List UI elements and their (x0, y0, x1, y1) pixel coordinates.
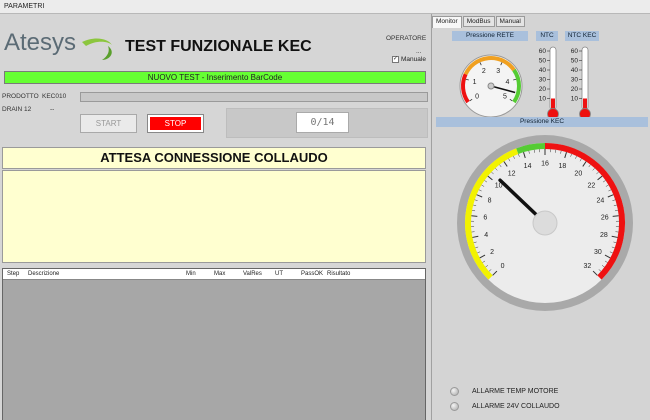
status-bar: NUOVO TEST - Inserimento BarCode (4, 71, 426, 84)
gauge-tick-label: 30 (594, 249, 602, 256)
alarm-24v-label: ALLARME 24V COLLAUDO (472, 403, 560, 410)
small-gauge-tick-label: 3 (496, 68, 500, 75)
alarm-24v-lamp-icon (450, 402, 459, 411)
operator-value: ... (416, 48, 422, 55)
ntc-kec-thermometer-group: 60 50 40 30 20 10 (571, 46, 591, 120)
drain-label: DRAIN 12 (2, 106, 32, 113)
ntc-kec-thermometer: 60 50 40 30 20 10 (571, 46, 591, 120)
ntc-kec-tick-label: 10 (571, 96, 579, 103)
ntc-kec-header: NTC KEC (565, 31, 599, 41)
counter-panel: 0/14 (226, 108, 428, 138)
big-gauge-group: 02468101214 16 1820222426283032 (457, 135, 633, 311)
gauge-tick-label: 14 (524, 163, 532, 170)
gauge-tick-label: 28 (600, 232, 608, 239)
gauge-tick-label: 8 (488, 198, 492, 205)
stop-button[interactable]: STOP (147, 114, 204, 133)
col-step: Step (7, 271, 20, 277)
gauge-tick-label: 12 (508, 171, 516, 178)
gauge-hub (532, 210, 558, 236)
alarm-temp-lamp-icon (450, 387, 459, 396)
col-passok: PassOK (301, 271, 324, 277)
small-gauge-group: 0 12 34 5 (459, 54, 523, 118)
gauge-tick-label: 18 (559, 163, 567, 170)
ntc-kec-tick-label: 60 (571, 48, 579, 55)
ntc-tick-label: 60 (539, 48, 547, 55)
ntc-kec-tick-label: 20 (571, 86, 579, 93)
product-value: KEC010 (42, 93, 67, 100)
tab-monitor[interactable]: Monitor (432, 16, 462, 28)
manual-label: Manuale (401, 56, 426, 63)
operator-label: OPERATORE (386, 35, 427, 42)
manual-checkbox-group[interactable]: ✓ Manuale (392, 56, 426, 63)
pressione-kec-header: Pressione KEC (436, 117, 648, 127)
gauge-tick (471, 215, 478, 217)
tab-bar: Monitor ModBus Manual (432, 16, 526, 28)
small-gauge-tick-label: 1 (473, 79, 477, 86)
small-gauge-hub (487, 82, 495, 90)
ntc-tick-label: 20 (539, 86, 547, 93)
menu-bar: PARAMETRI (0, 0, 650, 14)
gauge-tick-label: 2 (490, 249, 494, 256)
ntc-header: NTC (536, 31, 558, 41)
left-panel: Atesys TEST FUNZIONALE KEC OPERATORE ...… (0, 14, 430, 420)
col-ut: UT (275, 271, 283, 277)
start-button[interactable]: START (80, 114, 137, 133)
pressione-rete-header: Pressione RETE (452, 31, 528, 41)
test-progress-bar (80, 92, 428, 102)
ntc-kec-tick-label: 50 (571, 58, 579, 65)
ntc-kec-tick-label: 30 (571, 77, 579, 84)
col-max: Max (214, 271, 226, 277)
small-gauge-tick-label: 2 (482, 68, 486, 75)
small-gauge-tick-label: 0 (475, 93, 479, 100)
small-gauge-tick-label: 5 (503, 93, 507, 100)
manual-checkbox[interactable]: ✓ (392, 56, 399, 63)
pressione-kec-gauge: 02468101214 16 1820222426283032 (457, 135, 633, 311)
col-min: Min (186, 271, 196, 277)
ntc-tick-label: 50 (539, 58, 547, 65)
gauge-tick-label: 4 (484, 232, 488, 239)
alarm-temp-label: ALLARME TEMP MOTORE (472, 388, 559, 395)
message-box (2, 170, 426, 263)
gauge-tick (612, 215, 619, 217)
gauge-tick-label: 32 (584, 263, 592, 270)
col-risultato: Risultato (327, 271, 351, 277)
gauge-tick-label: 16 (541, 161, 549, 168)
gauge-tick-label: 24 (597, 198, 605, 205)
pressione-rete-gauge: 0 12 34 5 (459, 54, 523, 118)
product-label: PRODOTTO (2, 93, 39, 100)
logo-text: Atesys (4, 29, 77, 56)
table-header: Step Descrizione Min Max ValRes UT PassO… (3, 269, 425, 280)
gauge-tick-label: 0 (501, 263, 505, 270)
gauge-tick-label: 22 (587, 182, 595, 189)
message-title: ATTESA CONNESSIONE COLLAUDO (2, 147, 426, 169)
gauge-tick-label: 20 (574, 171, 582, 178)
ntc-thermometer-group: 60 50 40 30 20 10 (539, 46, 559, 120)
ntc-kec-tick-label: 40 (571, 67, 579, 74)
results-table[interactable]: Step Descrizione Min Max ValRes UT PassO… (2, 268, 426, 420)
ntc-thermometer: 60 50 40 30 20 10 (539, 46, 559, 120)
ntc-tick-label: 40 (539, 67, 547, 74)
menu-item-parametri[interactable]: PARAMETRI (4, 3, 44, 10)
ntc-tick-label: 30 (539, 77, 547, 84)
tab-modbus[interactable]: ModBus (462, 16, 495, 27)
step-counter: 0/14 (296, 112, 349, 133)
gauge-tick-label: 26 (601, 215, 609, 222)
ntc-tick-label: 10 (539, 96, 547, 103)
small-gauge-tick-label: 4 (505, 79, 509, 86)
page-title: TEST FUNZIONALE KEC (125, 38, 312, 55)
col-descrizione: Descrizione (28, 271, 60, 277)
col-valres: ValRes (243, 271, 262, 277)
drain-value: -- (50, 106, 55, 113)
tab-manual[interactable]: Manual (495, 16, 525, 27)
gauge-tick-label: 6 (483, 215, 487, 222)
right-panel: Monitor ModBus Manual Pressione RETE NTC… (431, 14, 650, 420)
app-window: PARAMETRI Atesys TEST FUNZIONALE KEC OPE… (0, 0, 650, 420)
atesys-logo: Atesys (4, 22, 114, 60)
